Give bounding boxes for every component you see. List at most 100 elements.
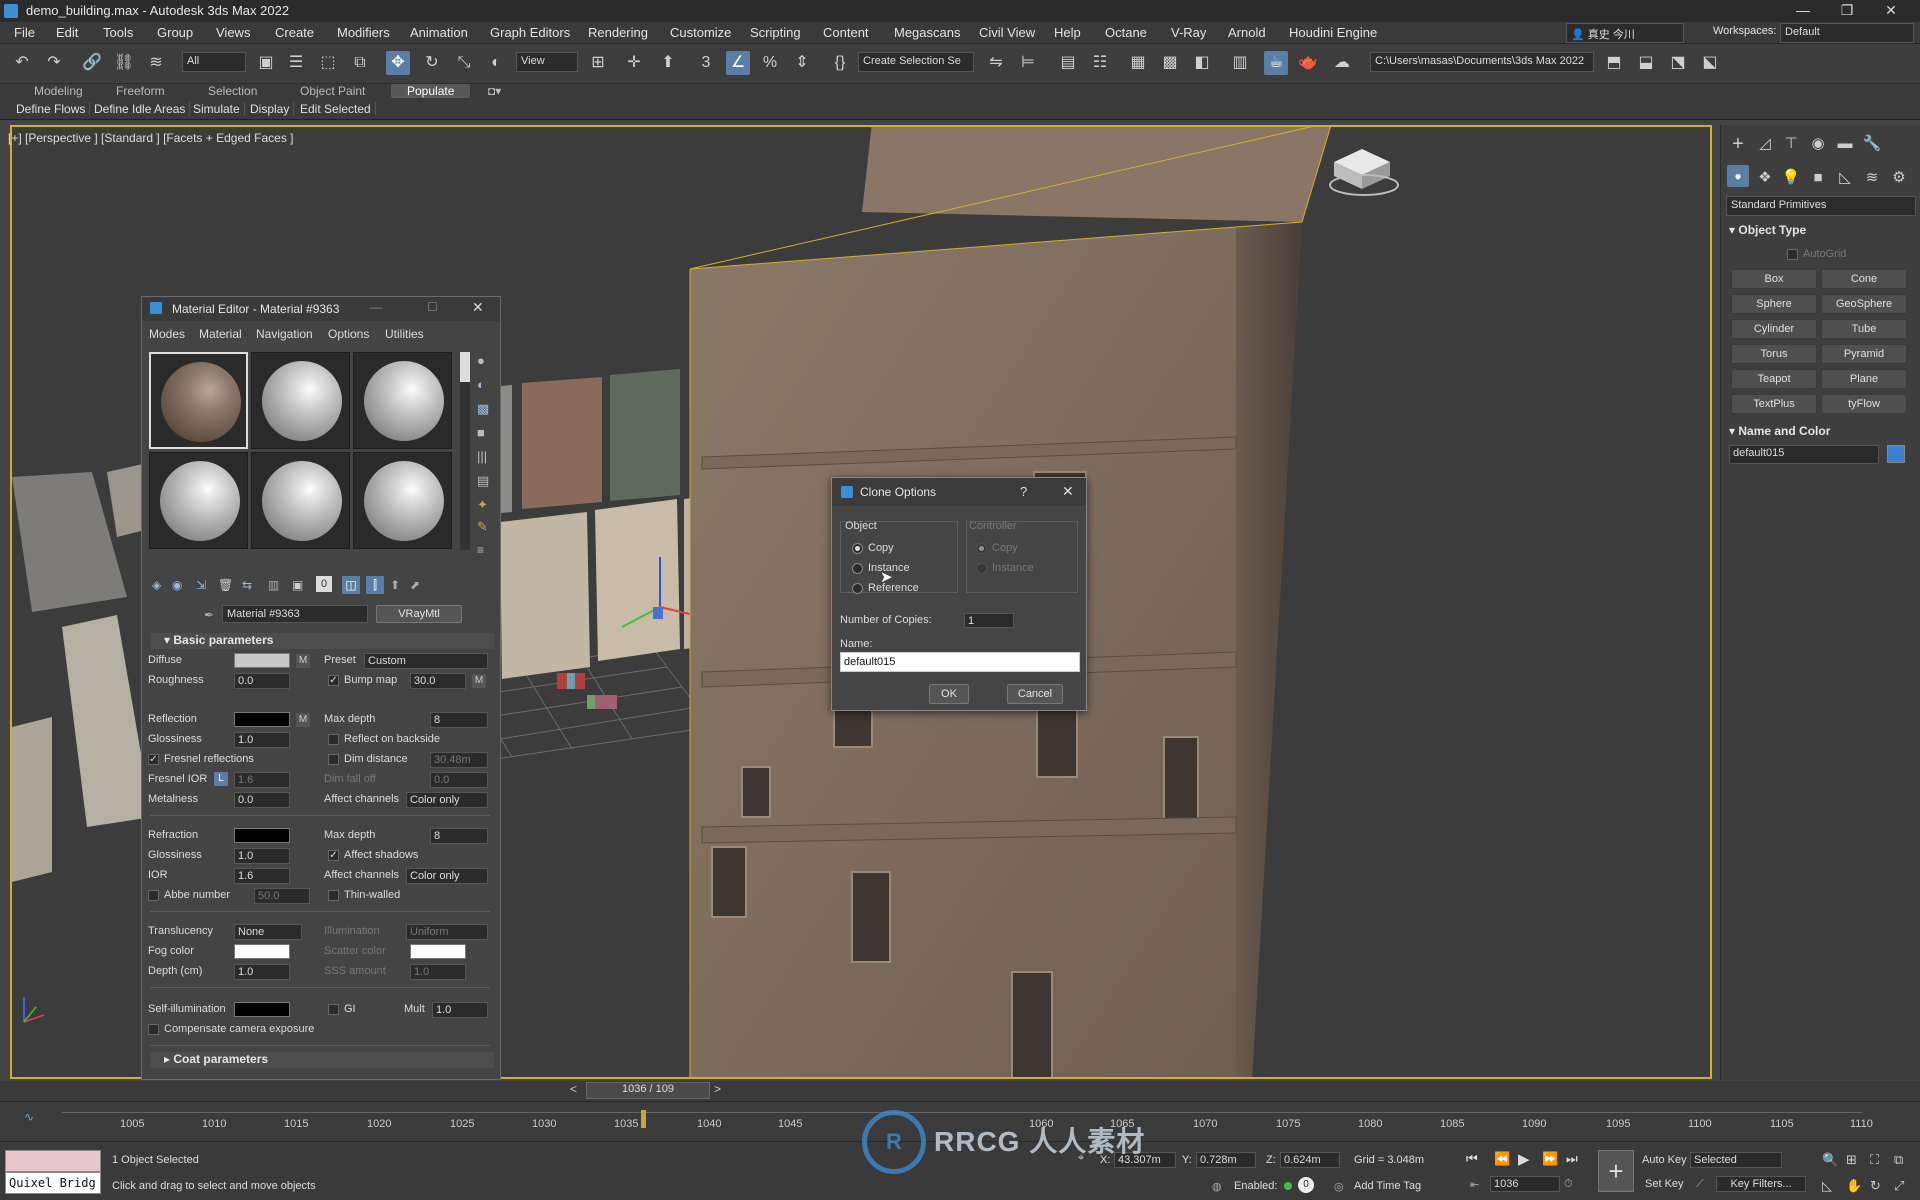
shapes-icon[interactable]: ❖	[1754, 167, 1776, 189]
z-coordinate-spinner[interactable]: 0.624m	[1280, 1152, 1340, 1168]
zoom-extents-icon[interactable]: ⛶	[1870, 1152, 1879, 1168]
select-by-material-icon[interactable]: ✎	[477, 519, 488, 535]
glossiness-spinner[interactable]: 1.0	[234, 732, 290, 748]
orbit-icon[interactable]: ↻	[1870, 1178, 1881, 1194]
create-tab-icon[interactable]: +	[1727, 133, 1749, 155]
ribbon-tab-object-paint[interactable]: Object Paint	[300, 84, 365, 98]
set-keys-icon[interactable]: +	[1598, 1150, 1634, 1192]
helpers-icon[interactable]: ◺	[1834, 167, 1856, 189]
inherit-container-icon[interactable]: ⬔	[1666, 51, 1690, 75]
fog-color-swatch[interactable]	[234, 944, 290, 959]
menu-content[interactable]: Content	[823, 25, 869, 40]
put-material-icon[interactable]: ◉	[172, 578, 182, 592]
menu-houdini-engine[interactable]: Houdini Engine	[1289, 25, 1377, 40]
rendered-frame-window-icon[interactable]: ☕	[1264, 51, 1288, 75]
translucency-dropdown[interactable]: None	[234, 924, 302, 940]
menu-vray[interactable]: V-Ray	[1171, 25, 1206, 40]
diffuse-color-swatch[interactable]	[234, 653, 290, 668]
previous-key-icon[interactable]: ⏪	[1494, 1151, 1510, 1167]
menu-material[interactable]: Material	[199, 327, 242, 341]
ribbon-tab-selection[interactable]: Selection	[208, 84, 257, 98]
material-id-zero-icon[interactable]: 0	[316, 576, 332, 592]
undo-icon[interactable]: ↶	[10, 51, 34, 75]
video-color-check-icon[interactable]: |||	[477, 449, 487, 464]
reset-material-icon[interactable]: 🗑	[218, 578, 233, 592]
material-editor-titlebar[interactable]: Material Editor - Material #9363 — ☐ ✕	[142, 297, 500, 321]
ribbon-options-icon[interactable]: ◘▾	[488, 84, 501, 98]
minimize-icon[interactable]: —	[370, 300, 382, 314]
rect-selection-icon[interactable]: ⬚	[316, 51, 340, 75]
named-selection-set-dropdown[interactable]: Create Selection Se	[858, 52, 974, 72]
teapot-button[interactable]: Teapot	[1731, 369, 1817, 389]
controller-instance-radio[interactable]	[976, 563, 987, 574]
close-icon[interactable]: ✕	[1062, 483, 1074, 500]
cylinder-button[interactable]: Cylinder	[1731, 319, 1817, 339]
tube-button[interactable]: Tube	[1821, 319, 1907, 339]
box-button[interactable]: Box	[1731, 269, 1817, 289]
project-path-dropdown[interactable]: C:\Users\masas\Documents\3ds Max 2022	[1370, 52, 1594, 72]
refr-max-depth-spinner[interactable]: 8	[430, 828, 488, 844]
gi-checkbox[interactable]	[328, 1004, 339, 1015]
time-slider[interactable]: < 1036 / 109 >	[0, 1081, 1920, 1101]
space-warps-icon[interactable]: ≋	[1861, 167, 1883, 189]
mult-spinner[interactable]: 1.0	[432, 1002, 488, 1018]
object-name-input[interactable]: default015	[1729, 445, 1879, 464]
menu-utilities[interactable]: Utilities	[385, 327, 424, 341]
dim-falloff-spinner[interactable]: 0.0	[430, 772, 488, 788]
workspace-dropdown[interactable]: Default	[1780, 23, 1914, 43]
background-icon[interactable]: ▩	[477, 401, 489, 417]
reference-radio[interactable]	[852, 583, 863, 594]
diffuse-map-button[interactable]: M	[296, 654, 310, 668]
field-of-view-icon[interactable]: ◺	[1822, 1178, 1832, 1194]
zoom-all-icon[interactable]: ⊞	[1846, 1152, 1857, 1168]
reflection-map-button[interactable]: M	[296, 713, 310, 727]
menu-modifiers[interactable]: Modifiers	[337, 25, 390, 40]
abbe-number-checkbox[interactable]	[148, 890, 159, 901]
material-slot-4[interactable]	[149, 452, 248, 549]
refr-glossiness-spinner[interactable]: 1.0	[234, 848, 290, 864]
menu-civil-view[interactable]: Civil View	[979, 25, 1035, 40]
link-icon[interactable]: 🔗	[80, 51, 104, 75]
menu-create[interactable]: Create	[275, 25, 314, 40]
pyramid-button[interactable]: Pyramid	[1821, 344, 1907, 364]
material-map-navigator-icon[interactable]: ≡	[477, 543, 484, 557]
menu-octane[interactable]: Octane	[1105, 25, 1147, 40]
thin-walled-checkbox[interactable]	[328, 890, 339, 901]
go-forward-sibling-icon[interactable]: ⬈	[410, 578, 420, 592]
material-slot-1[interactable]	[149, 352, 248, 449]
key-tangent-icon[interactable]: ⟋	[1696, 1178, 1704, 1191]
select-manipulate-icon[interactable]: ✛	[622, 51, 646, 75]
scatter-color-swatch[interactable]	[410, 944, 466, 959]
roughness-spinner[interactable]: 0.0	[234, 673, 290, 689]
menu-modes[interactable]: Modes	[149, 327, 185, 341]
uv-tiling-icon[interactable]: ■	[477, 425, 485, 440]
show-shaded-material-icon[interactable]: ◫	[342, 576, 360, 594]
time-config-icon[interactable]: ⏱	[1564, 1178, 1573, 1191]
refr-affect-channels-dropdown[interactable]: Color only	[406, 868, 488, 884]
user-account-dropdown[interactable]: 👤 真史 今川	[1566, 23, 1684, 43]
menu-scripting[interactable]: Scripting	[750, 25, 801, 40]
select-by-name-icon[interactable]: ☰	[284, 51, 308, 75]
snaps-toggle-icon[interactable]: 3	[694, 51, 718, 75]
material-slot-6[interactable]	[353, 452, 452, 549]
current-frame-spinner[interactable]: 1036	[1490, 1176, 1560, 1192]
tyflow-button[interactable]: tyFlow	[1821, 394, 1907, 414]
maximize-viewport-icon[interactable]: ⤢	[1894, 1178, 1904, 1194]
object-type-rollout[interactable]: ▾ Object Type	[1721, 223, 1920, 241]
pivot-center-icon[interactable]: ⊞	[586, 51, 610, 75]
redo-icon[interactable]: ↷	[42, 51, 66, 75]
depth-spinner[interactable]: 1.0	[234, 964, 290, 980]
add-time-tag-button[interactable]: Add Time Tag	[1354, 1180, 1421, 1192]
make-preview-icon[interactable]: ▤	[477, 473, 489, 489]
object-color-swatch[interactable]	[1887, 445, 1905, 463]
refl-max-depth-spinner[interactable]: 8	[430, 712, 488, 728]
refraction-color-swatch[interactable]	[234, 828, 290, 843]
selection-filter-dropdown[interactable]: All	[182, 52, 246, 72]
reflection-color-swatch[interactable]	[234, 712, 290, 727]
mirror-icon[interactable]: ⇋	[984, 51, 1008, 75]
maxscript-listener-input[interactable]: Quixel Bridg	[5, 1172, 101, 1194]
menu-views[interactable]: Views	[216, 25, 250, 40]
ok-button[interactable]: OK	[929, 684, 969, 704]
menu-megascans[interactable]: Megascans	[894, 25, 960, 40]
select-object-icon[interactable]: ▣	[254, 51, 278, 75]
